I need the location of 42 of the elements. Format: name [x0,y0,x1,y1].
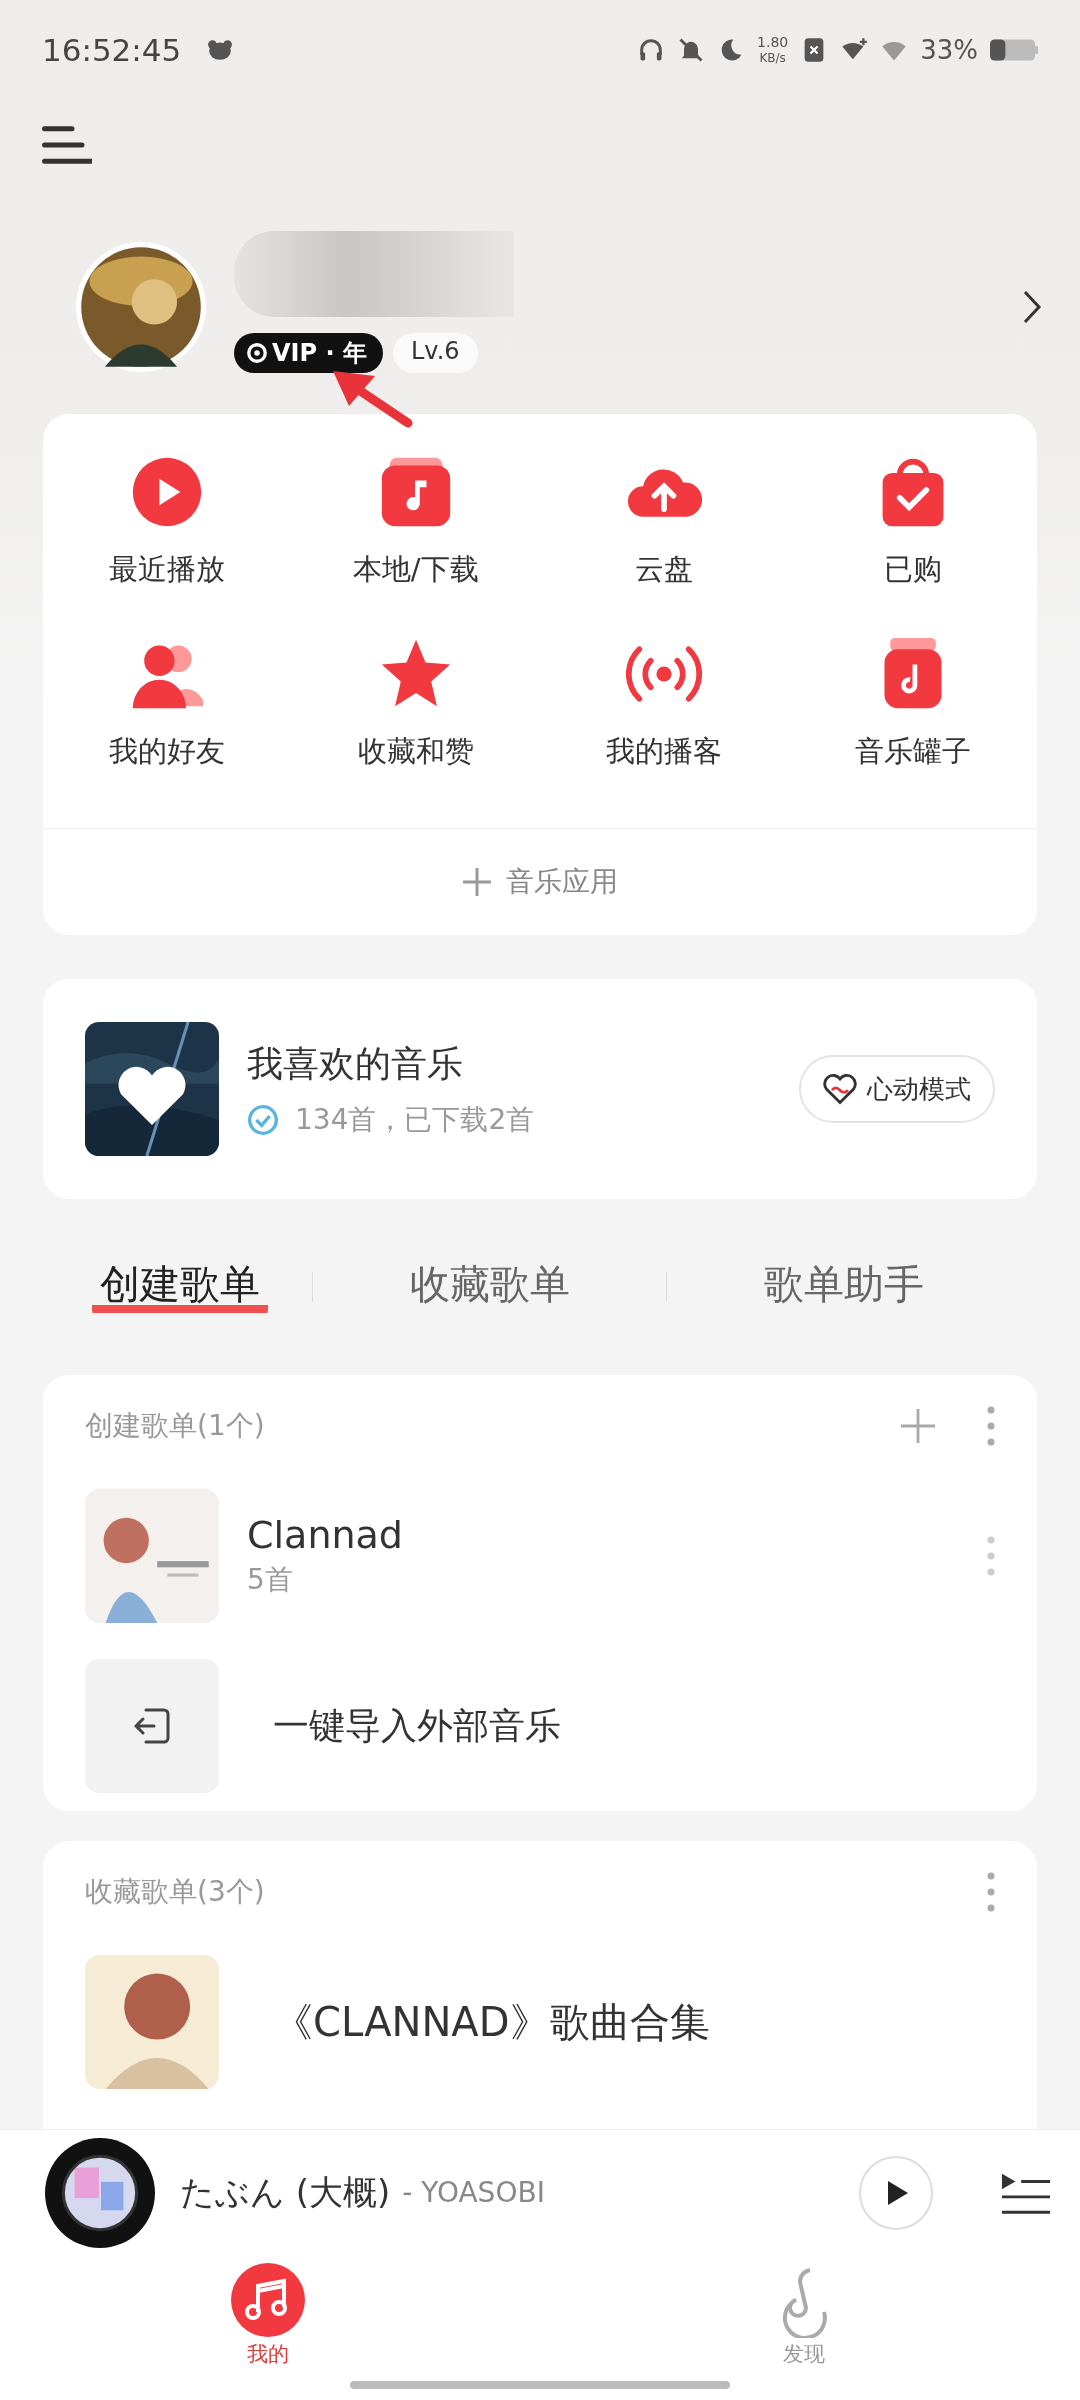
music-apps-button[interactable]: 音乐应用 [43,828,1037,935]
shortcut-item[interactable]: 已购 [788,454,1037,590]
vip-logo-icon [246,342,268,364]
avatar[interactable] [74,240,208,374]
playlist-tab[interactable]: 歌单助手 [667,1256,1020,1318]
heartbeat-mode-button[interactable]: 心动模式 [799,1055,995,1123]
shortcut-item[interactable]: 我的播客 [540,636,789,772]
import-music-link[interactable]: 一键导入外部音乐 [273,1701,561,1751]
section-header: 创建歌单(1个) [85,1408,265,1444]
battery-percent: 33% [920,35,978,65]
section-header: 收藏歌单(3个) [85,1874,265,1910]
shortcut-item[interactable]: 云盘 [540,454,789,590]
song-title: たぶん (大概) [180,2170,391,2214]
playlist-title[interactable]: 《CLANNAD》歌曲合集 [273,1994,710,2050]
playlist-subtitle: 134首，已下载2首 [295,1101,535,1138]
shortcut-item[interactable]: 收藏和赞 [291,636,540,772]
chevron-right-icon[interactable] [1022,289,1042,325]
status-time: 16:52:45 [42,32,182,68]
nav-tab[interactable]: 我的 [230,2255,306,2375]
shortcut-item[interactable]: 本地/下载 [291,454,540,590]
music-note-icon [230,2262,306,2338]
play-button[interactable] [858,2154,934,2231]
menu-icon[interactable] [42,125,92,165]
network-speed: 1.80 KB/s [757,34,789,66]
heart-wave-icon [823,1073,857,1105]
import-tile[interactable] [85,1659,219,1793]
playlist-title[interactable]: Clannad [247,1513,403,1557]
playlist-title[interactable]: 我喜欢的音乐 [247,1039,535,1089]
vip-badge[interactable]: VIP · 年 [234,333,383,373]
import-icon [132,1706,172,1746]
shortcut-item[interactable]: 音乐罐子 [788,636,1037,772]
plus-icon [462,867,492,897]
artist-name: - YOASOBI [402,2176,545,2209]
song-count: 5首 [247,1562,294,1598]
level-badge[interactable]: Lv.6 [392,333,478,373]
shortcut-item[interactable]: 我的好友 [43,636,292,772]
playlist-tab[interactable]: 收藏歌单 [313,1256,666,1318]
app-notification-icon [207,39,234,61]
battery-icon [990,39,1038,61]
vip-label: VIP · 年 [272,338,367,369]
shortcut-item[interactable]: 最近播放 [43,454,292,590]
downloaded-check-icon [247,1103,279,1136]
